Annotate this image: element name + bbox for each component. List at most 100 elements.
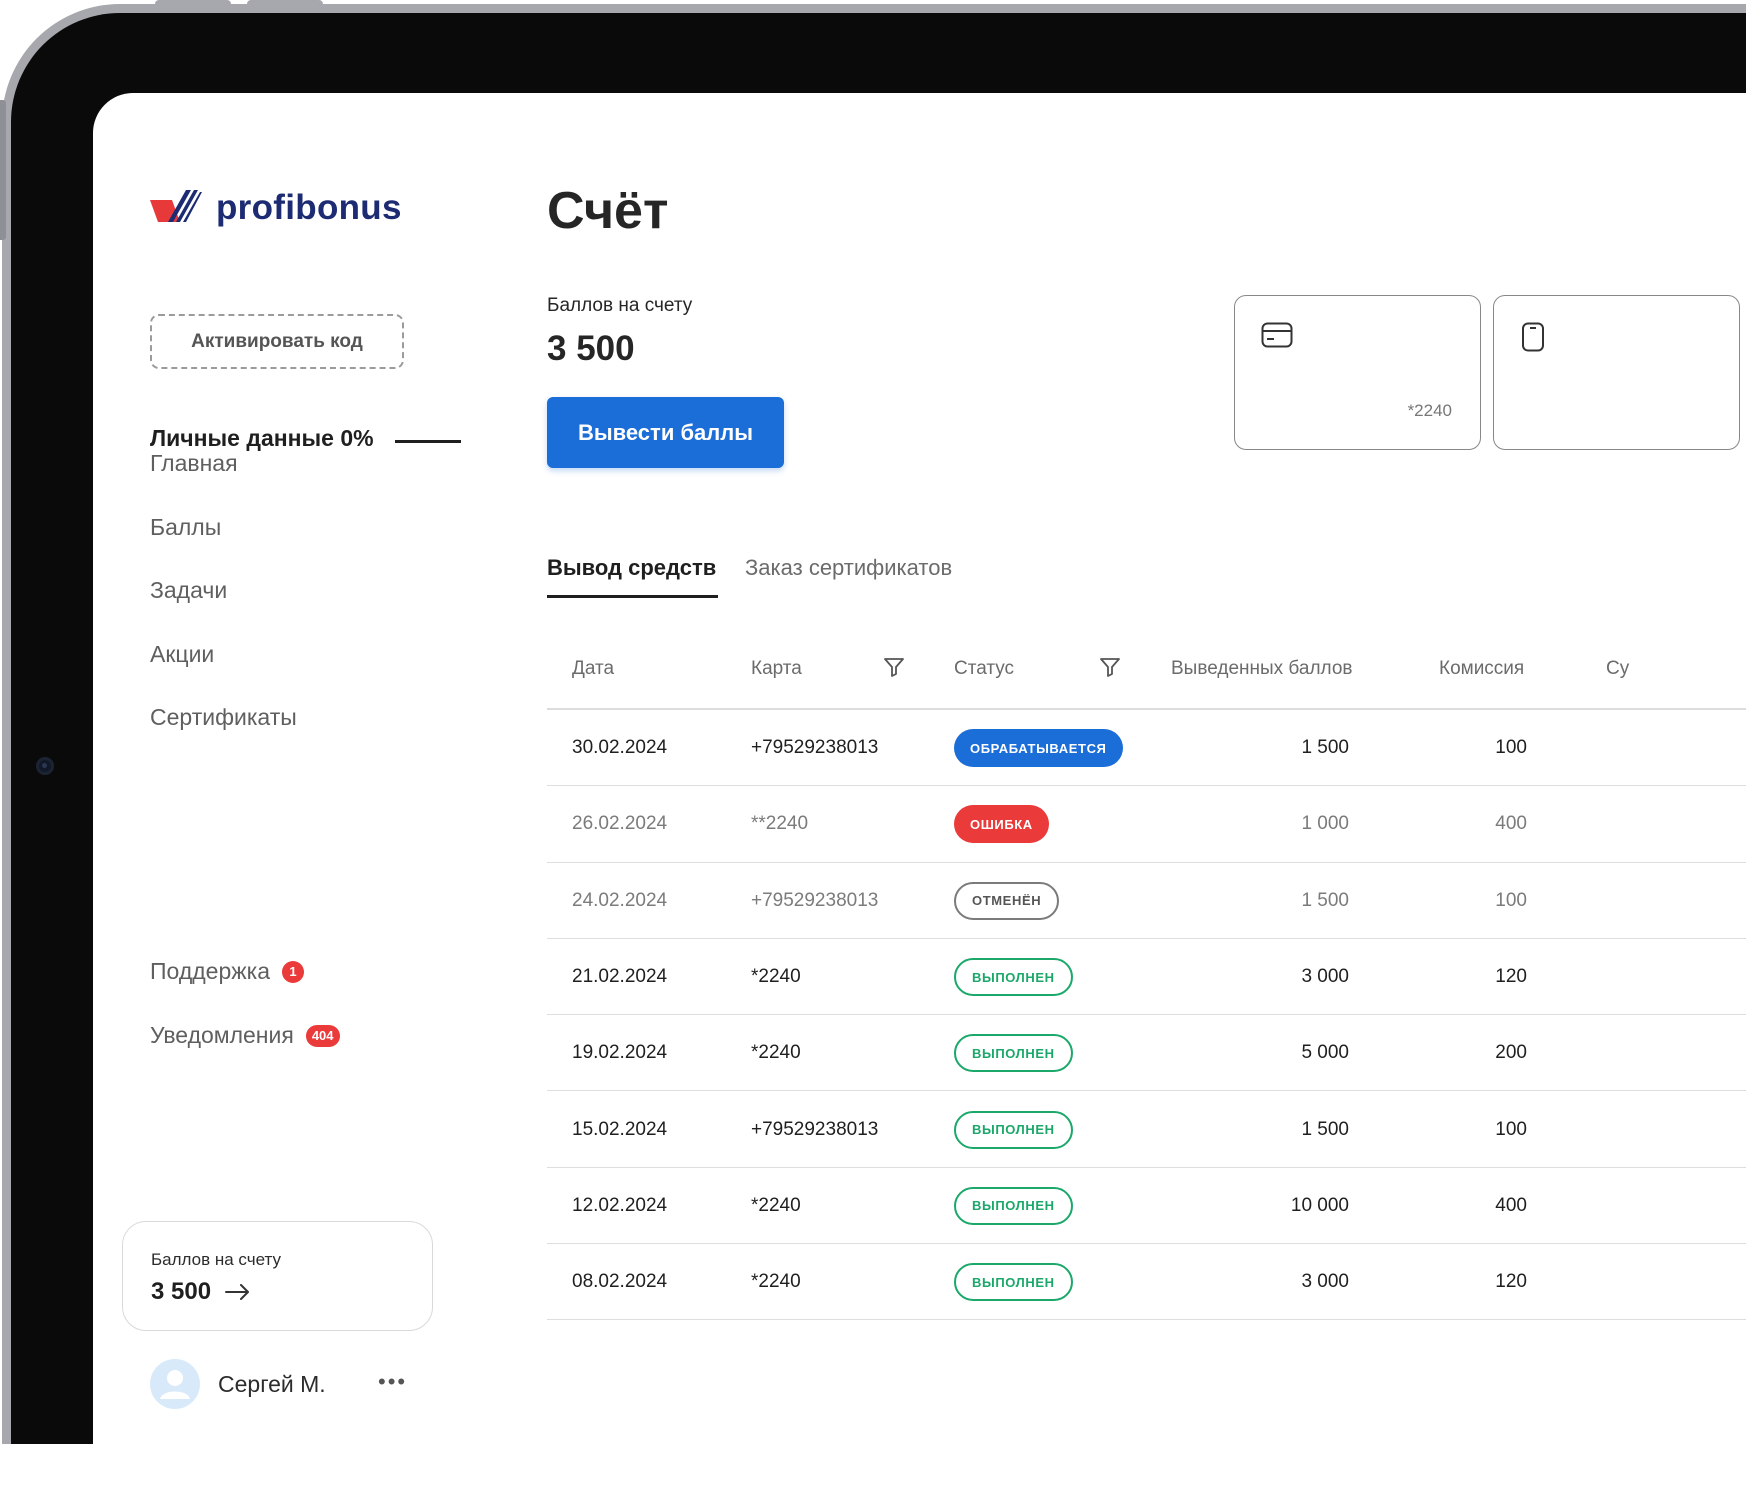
sidebar-item-points[interactable]: Баллы — [150, 514, 221, 541]
cell-fee: 200 — [1495, 1042, 1527, 1064]
sidebar-item-label: Личные данные 0% — [150, 425, 374, 451]
activate-code-button[interactable]: Активировать код — [150, 314, 404, 369]
sidebar-item-notifications[interactable]: Уведомления 404 — [150, 1022, 340, 1049]
cell-status: ВЫПОЛНЕН — [954, 939, 1073, 1015]
table-row[interactable]: 19.02.2024 *2240 ВЫПОЛНЕН 5 000 200 — [547, 1015, 1746, 1092]
table-row[interactable]: 21.02.2024 *2240 ВЫПОЛНЕН 3 000 120 — [547, 939, 1746, 1016]
logo-mark-icon — [150, 190, 202, 222]
withdraw-button[interactable]: Вывести баллы — [547, 397, 784, 468]
cell-date: 24.02.2024 — [572, 889, 668, 911]
cell-date: 08.02.2024 — [572, 1271, 668, 1293]
cell-date: 21.02.2024 — [572, 966, 668, 988]
sidebar-item-promotions[interactable]: Акции — [150, 641, 214, 668]
table-row[interactable]: 15.02.2024 +79529238013 ВЫПОЛНЕН 1 500 100 — [547, 1092, 1746, 1168]
cell-card: +79529238013 — [751, 889, 879, 911]
sidebar-item-home[interactable]: Главная — [150, 450, 238, 477]
sidebar-item-tasks[interactable]: Задачи — [150, 577, 227, 604]
cell-withdrawn: 5 000 — [1301, 1042, 1349, 1064]
column-header-sum[interactable]: Су — [1606, 658, 1629, 680]
cell-card: *2240 — [751, 1194, 801, 1216]
column-header-card[interactable]: Карта — [751, 658, 802, 680]
cell-fee: 100 — [1495, 1118, 1527, 1140]
tab-withdrawals[interactable]: Вывод средств — [547, 555, 716, 581]
sidebar-item-label: Уведомления — [150, 1022, 294, 1048]
table-row[interactable]: 30.02.2024 +79529238013 ОБРАБАТЫВАЕТСЯ 1 50… — [547, 710, 1746, 787]
table-row[interactable]: 08.02.2024 *2240 ВЫПОЛНЕН 3 000 120 — [547, 1244, 1746, 1321]
cell-date: 26.02.2024 — [572, 813, 668, 835]
cell-fee: 100 — [1495, 737, 1527, 759]
sidebar-balance-card[interactable]: Баллов на счету 3 500 — [122, 1221, 433, 1331]
cell-card: +79529238013 — [751, 737, 879, 759]
camera — [36, 757, 54, 775]
table-row[interactable]: 24.02.2024 +79529238013 ОТМЕНЁН 1 500 100 — [547, 863, 1746, 939]
cell-card: *2240 — [751, 1271, 801, 1293]
cell-fee: 120 — [1495, 966, 1527, 988]
balance-card-value: 3 500 — [151, 1278, 212, 1305]
table-row[interactable]: 12.02.2024 *2240 ВЫПОЛНЕН 10 000 400 — [547, 1168, 1746, 1245]
arrow-right-icon — [225, 1284, 250, 1300]
notifications-badge: 404 — [305, 1024, 340, 1047]
cell-date: 30.02.2024 — [572, 737, 668, 759]
cell-card: **2240 — [751, 813, 809, 835]
active-indicator — [395, 440, 461, 443]
status-badge: ВЫПОЛНЕН — [954, 1034, 1073, 1073]
user-menu-button[interactable]: ••• — [378, 1369, 407, 1395]
logo[interactable]: profibonus — [150, 188, 402, 228]
device-side-button — [0, 100, 6, 240]
cell-fee: 100 — [1495, 889, 1527, 911]
filter-icon[interactable] — [1099, 656, 1121, 678]
sidebar-item-certificates[interactable]: Сертификаты — [150, 704, 297, 731]
table-row[interactable]: 26.02.2024 **2240 ОШИБКА 1 000 400 — [547, 786, 1746, 863]
cell-status: ВЫПОЛНЕН — [954, 1092, 1073, 1168]
status-badge: ОТМЕНЁН — [954, 881, 1060, 920]
cell-withdrawn: 1 500 — [1301, 737, 1349, 759]
column-header-status[interactable]: Статус — [954, 658, 1014, 680]
cell-status: ВЫПОЛНЕН — [954, 1168, 1073, 1244]
cell-card: +79529238013 — [751, 1118, 879, 1140]
cell-withdrawn: 1 500 — [1301, 889, 1349, 911]
app-screen: profibonus Активировать код Личные данны… — [93, 93, 1746, 1493]
sidebar-item-label: Поддержка — [150, 958, 270, 984]
payment-phone[interactable] — [1493, 295, 1740, 450]
column-header-withdrawn[interactable]: Выведенных баллов — [1171, 658, 1353, 680]
balance-value: 3 500 — [547, 329, 635, 368]
phone-icon — [1522, 322, 1544, 352]
cell-date: 15.02.2024 — [572, 1118, 668, 1140]
cell-fee: 120 — [1495, 1271, 1527, 1293]
filter-icon[interactable] — [883, 656, 905, 678]
cell-status: ОБРАБАТЫВАЕТСЯ — [954, 710, 1123, 786]
balance-card-label: Баллов на счету — [151, 1250, 281, 1269]
cell-fee: 400 — [1495, 813, 1527, 835]
status-badge: ОШИБКА — [954, 805, 1049, 844]
card-number: *2240 — [1407, 401, 1452, 420]
support-badge: 1 — [282, 960, 304, 983]
avatar — [150, 1359, 200, 1409]
user-icon — [160, 1370, 190, 1399]
status-badge: ВЫПОЛНЕН — [954, 958, 1073, 997]
page-title: Счёт — [547, 182, 669, 240]
cell-status: ВЫПОЛНЕН — [954, 1244, 1073, 1320]
sidebar-item-personal-data[interactable]: Личные данные 0% — [150, 425, 374, 452]
device-button — [247, 0, 323, 7]
cell-withdrawn: 3 000 — [1301, 966, 1349, 988]
column-header-fee[interactable]: Комиссия — [1439, 658, 1524, 680]
status-badge: ВЫПОЛНЕН — [954, 1186, 1073, 1225]
credit-card-icon — [1261, 322, 1293, 348]
payment-card[interactable]: *2240 — [1234, 295, 1481, 450]
cell-fee: 400 — [1495, 1194, 1527, 1216]
status-badge: ВЫПОЛНЕН — [954, 1263, 1073, 1302]
cell-withdrawn: 3 000 — [1301, 1271, 1349, 1293]
sidebar-item-support[interactable]: Поддержка 1 — [150, 958, 304, 985]
cell-status: ВЫПОЛНЕН — [954, 1015, 1073, 1091]
cell-status: ОШИБКА — [954, 786, 1049, 862]
status-badge: ВЫПОЛНЕН — [954, 1110, 1073, 1149]
active-tab-indicator — [547, 595, 718, 598]
cell-date: 19.02.2024 — [572, 1042, 668, 1064]
status-badge: ОБРАБАТЫВАЕТСЯ — [954, 729, 1123, 768]
device-button — [155, 0, 231, 7]
column-header-date[interactable]: Дата — [572, 658, 614, 680]
user-profile[interactable]: Сергей М. — [150, 1359, 326, 1409]
logo-text: profibonus — [216, 188, 402, 227]
cell-date: 12.02.2024 — [572, 1194, 668, 1216]
tab-certificate-orders[interactable]: Заказ сертификатов — [745, 555, 952, 581]
